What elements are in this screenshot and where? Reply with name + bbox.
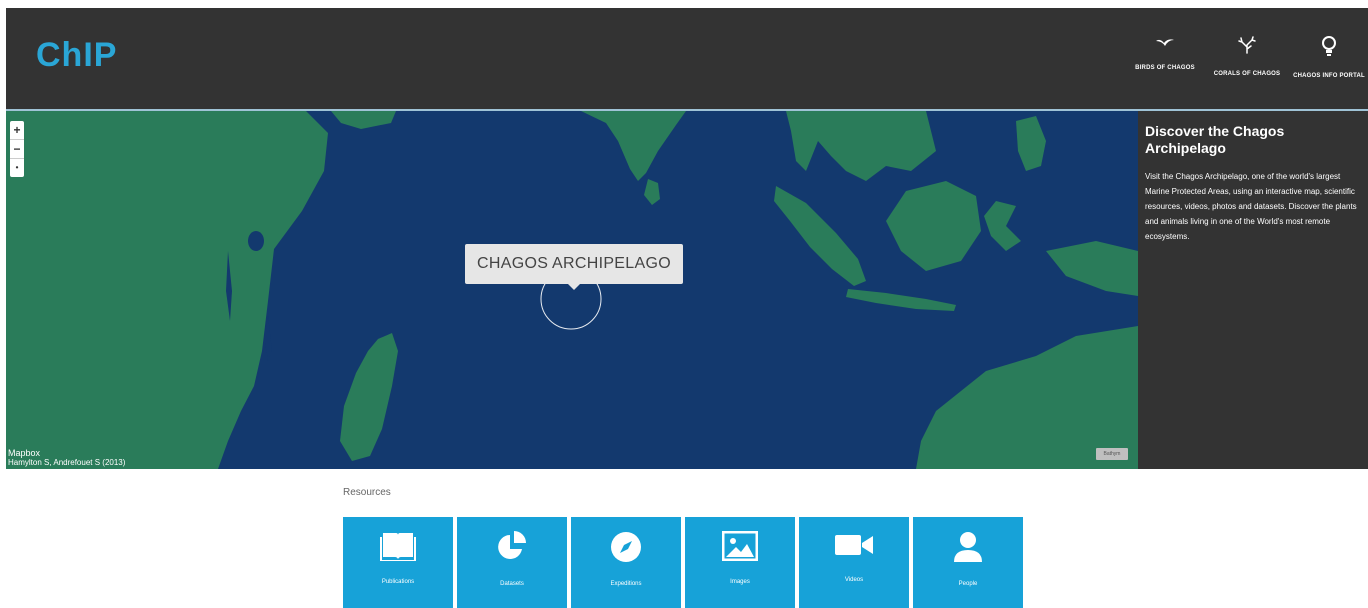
map-layer-button[interactable]: Bathym (1096, 448, 1128, 460)
nav-portal-label: CHAGOS INFO PORTAL (1293, 73, 1365, 79)
zoom-out-button[interactable]: − (10, 140, 24, 159)
map-land (6, 111, 1138, 469)
person-icon (954, 532, 982, 562)
tile-videos[interactable]: Videos (799, 517, 909, 608)
tile-people[interactable]: People (913, 517, 1023, 608)
nav-birds-label: BIRDS OF CHAGOS (1135, 65, 1195, 71)
reset-north-button[interactable]: • (10, 159, 24, 177)
interactive-map[interactable]: + − • CHAGOS ARCHIPELAGO Mapbox Hamylton… (6, 111, 1138, 469)
book-icon (380, 533, 416, 561)
tile-datasets-label: Datasets (500, 581, 524, 587)
tile-expeditions-label: Expeditions (610, 581, 642, 587)
tile-datasets[interactable]: Datasets (457, 517, 567, 608)
tile-publications-label: Publications (381, 579, 415, 585)
lightbulb-icon (1322, 36, 1336, 56)
image-icon (722, 531, 758, 561)
info-body: Visit the Chagos Archipelago, one of the… (1145, 172, 1357, 241)
attribution-text: Hamylton S, Andrefouet S (2013) (8, 458, 126, 467)
mapbox-logo[interactable]: Mapbox (8, 449, 125, 458)
chip-logo[interactable]: ChIP (36, 36, 219, 75)
zoom-controls: + − • (10, 121, 24, 177)
tile-people-label: People (958, 581, 978, 587)
tile-images-label: Images (730, 579, 750, 585)
resource-tiles: Publications Datasets Expeditions Images… (343, 517, 1023, 608)
coral-icon (1238, 36, 1256, 54)
bird-icon (1156, 39, 1174, 46)
zoom-in-button[interactable]: + (10, 121, 24, 140)
main-nav: BIRDS OF CHAGOS CORALS OF CHAGOS CHAGOS … (1122, 36, 1368, 82)
compass-icon (611, 532, 641, 562)
resources-heading: Resources (343, 487, 391, 498)
logo-text: ChIP (36, 36, 118, 74)
site-header: ChIP BIRDS OF CHAGOS CORALS OF CHAGOS CH… (6, 8, 1368, 111)
tile-videos-label: Videos (844, 577, 864, 583)
chagos-archipelago-label[interactable]: CHAGOS ARCHIPELAGO (465, 244, 683, 290)
nav-corals-label: CORALS OF CHAGOS (1213, 71, 1281, 77)
tile-expeditions[interactable]: Expeditions (571, 517, 681, 608)
info-title: Discover the Chagos Archipelago (1145, 123, 1285, 156)
tile-images[interactable]: Images (685, 517, 795, 608)
nav-corals-of-chagos[interactable]: CORALS OF CHAGOS (1208, 36, 1286, 82)
map-attribution: Mapbox Hamylton S, Andrefouet S (2013) (8, 449, 126, 468)
nav-birds-of-chagos[interactable]: BIRDS OF CHAGOS (1126, 36, 1204, 82)
info-panel: Discover the Chagos Archipelago Visit th… (1138, 111, 1368, 469)
pie-chart-icon (498, 531, 526, 559)
video-camera-icon (835, 535, 873, 555)
nav-chagos-info-portal[interactable]: CHAGOS INFO PORTAL (1290, 36, 1368, 82)
tile-publications[interactable]: Publications (343, 517, 453, 608)
